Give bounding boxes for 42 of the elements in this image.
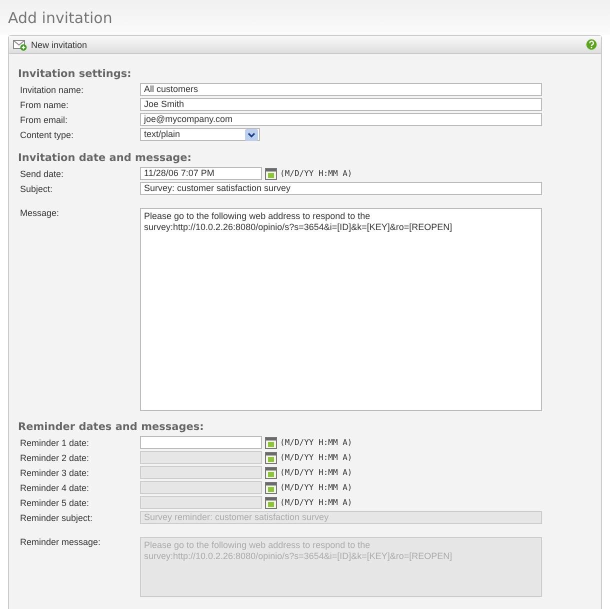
field-label: Subject: — [19, 184, 54, 194]
envelope-add-icon — [13, 38, 27, 50]
help-icon[interactable] — [586, 39, 597, 50]
caret-icon[interactable] — [245, 128, 258, 140]
section-heading: Reminder dates and messages: — [18, 421, 205, 433]
field-label: Message: — [19, 208, 60, 218]
section-heading: Invitation settings: — [18, 68, 132, 80]
calendar-icon[interactable] — [265, 168, 277, 180]
content-type-dropdown[interactable]: text/plain — [140, 128, 260, 141]
field-label: Reminder 3 date: — [19, 468, 90, 478]
field-label: Reminder 1 date: — [19, 438, 90, 448]
calendar-icon[interactable] — [265, 466, 277, 478]
field-label: Reminder 4 date: — [19, 482, 90, 492]
panel-title: New invitation — [31, 40, 88, 50]
date-field[interactable]: 11/28/06 7:07 PM — [140, 167, 262, 180]
calendar-icon[interactable] — [265, 452, 277, 464]
calendar-icon[interactable] — [265, 436, 277, 448]
field-label: Reminder message: — [19, 537, 102, 547]
calendar-icon[interactable] — [265, 496, 277, 508]
calendar-icon[interactable] — [265, 482, 277, 494]
text-field[interactable]: All customers — [140, 83, 542, 96]
text-field[interactable]: Joe Smith — [140, 98, 542, 111]
section-heading: Invitation date and message: — [18, 152, 193, 164]
date-format-hint: (M/D/YY H:MM A) — [280, 438, 352, 447]
field-label: Content type: — [19, 130, 75, 140]
date-format-hint: (M/D/YY H:MM A) — [280, 453, 352, 462]
date-format-hint: (M/D/YY H:MM A) — [280, 483, 352, 492]
date-format-hint: (M/D/YY H:MM A) — [280, 468, 352, 477]
field-label: From name: — [19, 100, 70, 110]
text-field[interactable]: Survey: customer satisfaction survey — [140, 182, 542, 195]
message-textarea[interactable]: Please go to the following web address to respond to the survey:http://10.0.2.26:8080/opinio/s?s=3654&i=[ID]&k=[KEY]&ro=[REOPEN] — [140, 208, 542, 411]
page-title: Add invitation — [8, 8, 112, 26]
field-label: From email: — [19, 114, 69, 124]
field-label: Reminder 5 date: — [19, 498, 90, 508]
date-format-hint: (M/D/YY H:MM A) — [280, 498, 352, 507]
field-label: Send date: — [19, 168, 65, 178]
field-label: Invitation name: — [19, 84, 85, 94]
field-label: Reminder subject: — [19, 512, 94, 522]
field-label: Reminder 2 date: — [19, 452, 90, 462]
date-format-hint: (M/D/YY H:MM A) — [280, 169, 352, 178]
text-field[interactable]: joe@mycompany.com — [140, 113, 542, 126]
date-field[interactable] — [140, 436, 262, 449]
